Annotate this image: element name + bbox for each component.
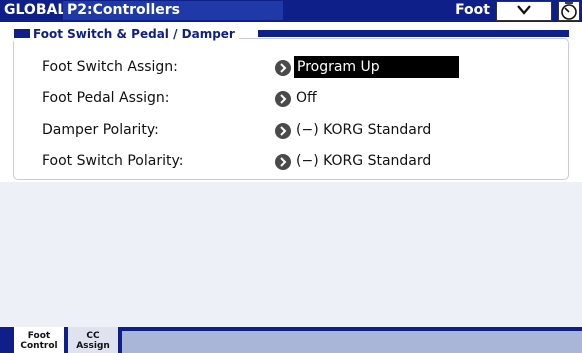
chevron-right-icon	[280, 126, 287, 136]
tab-foot-control[interactable]: Foot Control	[14, 327, 64, 353]
foot-switch-assign-label: Foot Switch Assign:	[42, 59, 178, 75]
chevron-right-icon	[280, 63, 287, 73]
tab-cc-assign[interactable]: CC Assign	[68, 327, 118, 353]
damper-polarity-label: Damper Polarity:	[42, 122, 159, 138]
clock-icon[interactable]	[558, 1, 580, 21]
foot-switch-polarity-value[interactable]: (−) KORG Standard	[296, 153, 431, 169]
chevron-right-icon	[280, 94, 287, 104]
damper-polarity-value[interactable]: (−) KORG Standard	[296, 122, 431, 138]
foot-pedal-assign-value[interactable]: Off	[296, 90, 317, 106]
damper-polarity-popup-button[interactable]	[275, 123, 291, 139]
mode-label: GLOBAL	[4, 2, 67, 18]
section-title: Foot Controllers	[402, 2, 490, 37]
tab-bar-fill	[122, 331, 582, 353]
page-title: P2:Controllers	[63, 1, 283, 20]
foot-switch-polarity-popup-button[interactable]	[275, 154, 291, 170]
panel-title-text: Foot Switch & Pedal / Damper	[33, 27, 235, 41]
content-area	[0, 182, 582, 327]
foot-switch-assign-popup-button[interactable]	[275, 60, 291, 76]
tab-cc-assign-line1: CC	[86, 331, 100, 341]
title-bar: GLOBAL P2:Controllers Foot Controllers	[0, 0, 582, 37]
panel-title: Foot Switch & Pedal / Damper	[14, 27, 239, 42]
page-menu-button[interactable]	[496, 1, 552, 21]
chevron-right-icon	[280, 157, 287, 167]
panel-title-marker	[14, 29, 30, 38]
tab-cc-assign-line2: Assign	[76, 341, 110, 351]
foot-pedal-assign-popup-button[interactable]	[275, 91, 291, 107]
tab-foot-control-line2: Control	[20, 341, 58, 351]
foot-pedal-assign-label: Foot Pedal Assign:	[42, 90, 170, 106]
foot-switch-assign-value[interactable]: Program Up	[294, 56, 459, 78]
tab-foot-control-line1: Foot	[27, 331, 51, 341]
chevron-down-icon	[517, 5, 531, 15]
panel-title-rule	[258, 30, 569, 37]
foot-switch-polarity-label: Foot Switch Polarity:	[42, 153, 184, 169]
